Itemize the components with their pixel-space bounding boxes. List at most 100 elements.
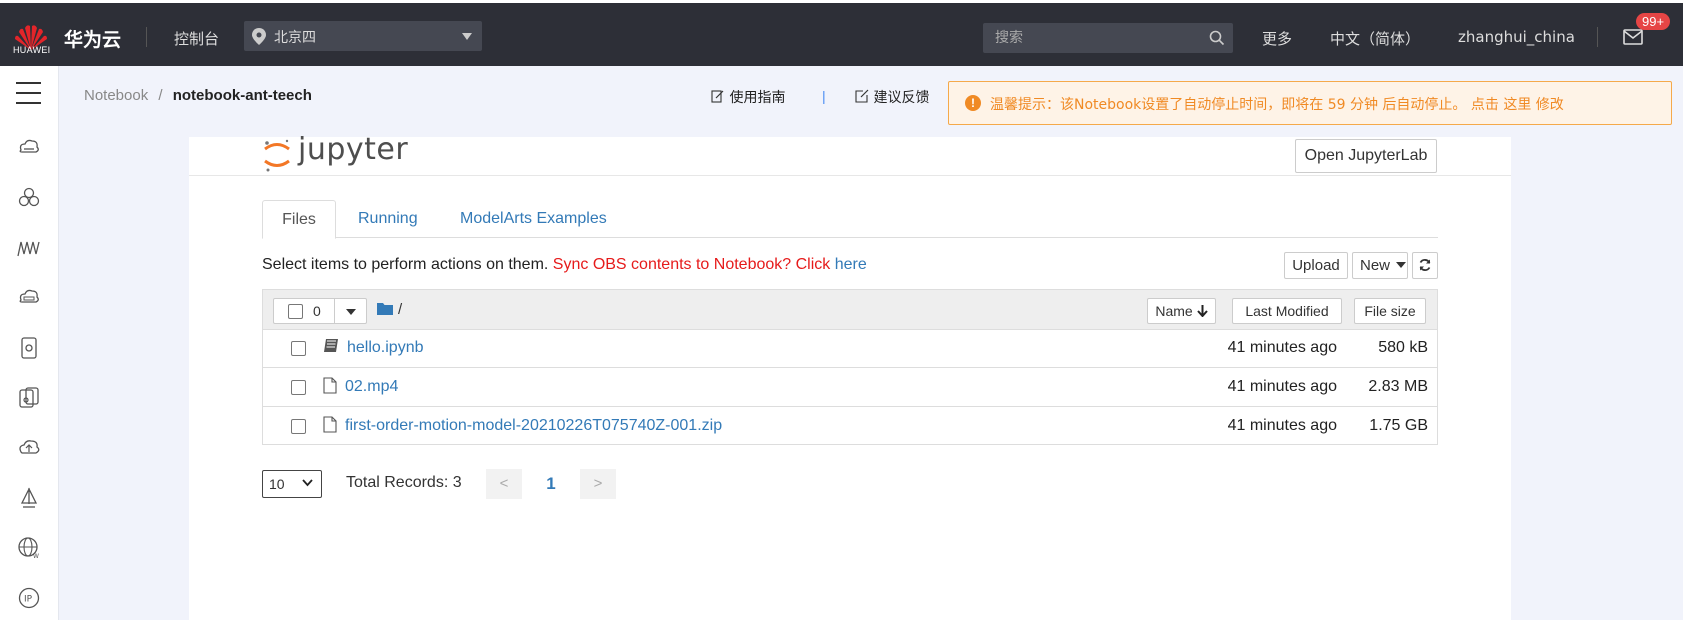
huawei-logo-text: HUAWEI [13, 45, 51, 55]
file-modified: 41 minutes ago [1227, 378, 1337, 395]
devices-icon[interactable] [17, 386, 41, 410]
feedback-icon [855, 89, 869, 103]
new-dropdown-button[interactable]: New [1352, 252, 1408, 279]
sail-icon[interactable] [17, 486, 41, 510]
sync-here-link[interactable]: here [835, 256, 867, 273]
divider [146, 27, 147, 47]
caret-down-icon[interactable] [346, 309, 356, 315]
tab-files[interactable]: Files [262, 200, 336, 239]
left-sidebar: W IP [0, 66, 59, 620]
file-list: 0 / Name Last Modified File size hello.i… [262, 289, 1438, 445]
next-page-button[interactable]: > [580, 469, 616, 499]
file-name-link[interactable]: 02.mp4 [345, 378, 398, 396]
auto-stop-notice: ! 温馨提示：该Notebook设置了自动停止时间，即将在 59 分钟 后自动停… [948, 81, 1672, 125]
file-name-link[interactable]: hello.ipynb [347, 339, 424, 357]
page-size-value: 10 [269, 476, 285, 492]
cloud-server-icon[interactable] [17, 136, 41, 160]
breadcrumb-separator: / [158, 87, 163, 104]
breadcrumb: Notebook / notebook-ant-teech [84, 87, 312, 104]
search-input[interactable] [983, 23, 1198, 53]
chevron-down-icon [302, 479, 313, 487]
waveform-icon[interactable] [17, 236, 41, 260]
notice-text[interactable]: 温馨提示：该Notebook设置了自动停止时间，即将在 59 分钟 后自动停止。… [990, 94, 1564, 114]
breadcrumb-notebook[interactable]: Notebook [84, 87, 148, 104]
file-size: 580 kB [1378, 339, 1428, 356]
edit-doc-icon [711, 90, 724, 103]
file-size: 2.83 MB [1368, 378, 1428, 395]
divider [1597, 27, 1598, 47]
page-1-button[interactable]: 1 [533, 469, 569, 499]
open-jupyterlab-button[interactable]: Open JupyterLab [1295, 139, 1437, 173]
sort-by-modified-button[interactable]: Last Modified [1232, 298, 1342, 324]
prev-page-button[interactable]: < [486, 469, 522, 499]
search-box [983, 23, 1233, 53]
file-row[interactable]: 02.mp4 41 minutes ago 2.83 MB [263, 369, 1437, 407]
top-navigation-bar: HUAWEI 华为云 控制台 北京四 更多 中文（简体） zhanghui_ch… [0, 3, 1683, 66]
file-list-header: 0 / Name Last Modified File size [263, 290, 1437, 330]
breadcrumb-current: notebook-ant-teech [172, 87, 312, 104]
console-link[interactable]: 控制台 [174, 28, 219, 49]
page-size-select[interactable]: 10 [262, 470, 322, 498]
svg-text:IP: IP [24, 595, 33, 605]
actions-message: Select items to perform actions on them.… [262, 256, 867, 274]
container-icon[interactable] [17, 336, 41, 360]
refresh-button[interactable] [1412, 252, 1438, 279]
warning-icon: ! [965, 95, 981, 111]
caret-down-icon [462, 33, 472, 40]
user-account-menu[interactable]: zhanghui_china [1458, 28, 1575, 46]
file-modified: 41 minutes ago [1227, 417, 1337, 434]
search-icon[interactable] [1209, 30, 1225, 46]
location-pin-icon [252, 28, 266, 45]
select-items-text: Select items to perform actions on them. [262, 256, 549, 273]
jupyter-logo-text[interactable]: jupyter [298, 132, 408, 167]
folder-icon[interactable] [377, 302, 393, 315]
sort-by-size-button[interactable]: File size [1354, 298, 1426, 324]
header-divider [189, 175, 1511, 176]
file-icon [323, 416, 337, 433]
upload-button[interactable]: Upload [1284, 252, 1348, 279]
language-selector[interactable]: 中文（简体） [1330, 28, 1420, 49]
sort-by-name-button[interactable]: Name [1147, 298, 1216, 324]
user-guide-link[interactable]: 使用指南 [711, 87, 785, 107]
selected-count: 0 [313, 303, 321, 319]
select-all-checkbox[interactable] [288, 304, 303, 319]
select-all-dropdown[interactable]: 0 [273, 298, 367, 324]
divider [334, 299, 335, 323]
globe-icon[interactable]: W [17, 536, 41, 560]
cloud-upload-icon[interactable] [17, 436, 41, 460]
mail-badge: 99+ [1636, 13, 1671, 30]
name-header-label: Name [1155, 303, 1193, 319]
jupyter-tabs: Files Running ModelArts Examples [262, 200, 1438, 239]
current-path[interactable]: / [398, 301, 402, 318]
feedback-link[interactable]: 建议反馈 [855, 87, 929, 107]
sync-obs-text: Sync OBS contents to Notebook? Click [552, 256, 831, 273]
ip-icon[interactable]: IP [17, 586, 41, 610]
file-icon [323, 377, 337, 394]
cloud-disk-icon[interactable] [17, 286, 41, 310]
mail-icon[interactable] [1623, 29, 1643, 45]
jupyter-logo-icon[interactable] [262, 137, 292, 173]
file-row[interactable]: hello.ipynb 41 minutes ago 580 kB [263, 330, 1437, 368]
total-records: Total Records: 3 [346, 474, 462, 491]
refresh-icon [1419, 259, 1431, 271]
feedback-label: 建议反馈 [873, 90, 930, 106]
row-checkbox[interactable] [291, 341, 306, 356]
file-name-link[interactable]: first-order-motion-model-20210226T075740… [345, 417, 722, 435]
region-selector[interactable]: 北京四 [244, 21, 482, 51]
more-menu[interactable]: 更多 [1262, 28, 1292, 49]
cluster-icon[interactable] [17, 186, 41, 210]
row-checkbox[interactable] [291, 419, 306, 434]
arrow-down-icon [1196, 305, 1208, 318]
file-row[interactable]: first-order-motion-model-20210226T075740… [263, 408, 1437, 446]
notebook-icon [324, 339, 338, 352]
hamburger-menu-icon[interactable] [16, 82, 41, 112]
row-checkbox[interactable] [291, 380, 306, 395]
tab-modelarts-examples[interactable]: ModelArts Examples [460, 200, 607, 238]
caret-down-icon [1396, 262, 1407, 268]
brand-title[interactable]: 华为云 [64, 25, 121, 52]
region-label: 北京四 [274, 30, 316, 46]
svg-text:W: W [33, 553, 39, 560]
divider: | [822, 88, 826, 104]
file-size: 1.75 GB [1369, 417, 1428, 434]
tab-running[interactable]: Running [358, 200, 418, 238]
